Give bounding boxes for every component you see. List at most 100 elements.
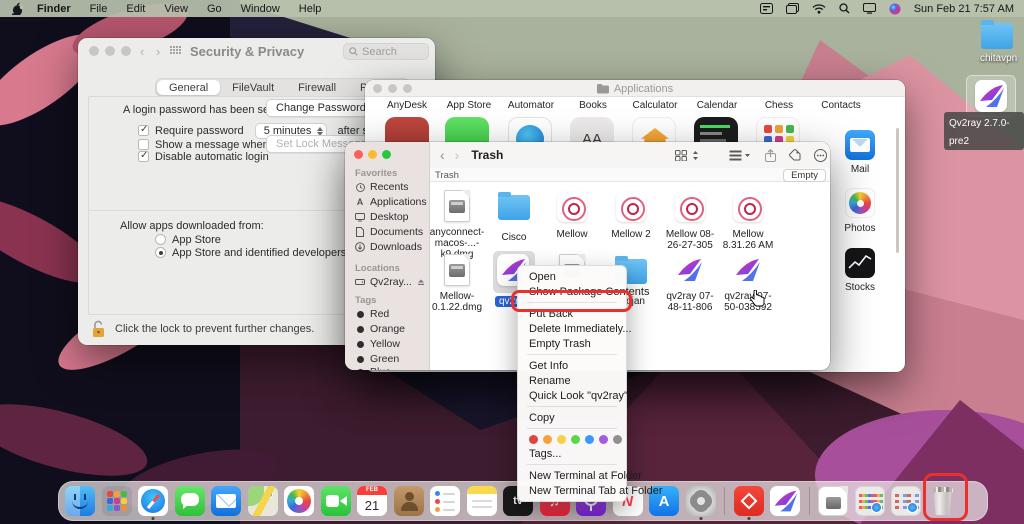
tag-yellow[interactable] xyxy=(557,435,566,444)
app-mellow-2[interactable]: Mellow 2 xyxy=(602,190,660,240)
back-button[interactable]: ‹ xyxy=(140,44,144,59)
applications-title-bar[interactable]: Applications xyxy=(365,80,905,97)
file-mellow-dmg[interactable]: Mellow-0.1.22.dmg xyxy=(428,254,486,313)
disable-auto-login-checkbox[interactable] xyxy=(138,151,149,162)
desktop-folder-chitavpn[interactable]: chitavpn xyxy=(980,18,1014,64)
show-message-checkbox[interactable] xyxy=(138,139,149,150)
dock-facetime-icon[interactable] xyxy=(321,486,351,516)
search-field[interactable]: Search xyxy=(343,43,429,60)
dock-calendar-icon[interactable]: FEB21 xyxy=(357,486,387,516)
tag-orange[interactable] xyxy=(543,435,552,444)
app-mellow-831[interactable]: Mellow 8.31.26 AM xyxy=(719,190,777,251)
app-mellow-08[interactable]: Mellow 08-26-27-305 xyxy=(661,190,719,251)
menu-view[interactable]: View xyxy=(164,3,188,15)
require-password-checkbox[interactable] xyxy=(138,125,149,136)
dock-minimized-window-icon[interactable] xyxy=(855,486,885,516)
show-all-icon[interactable] xyxy=(170,46,182,57)
file-anyconnect-dmg[interactable]: anyconnect-macos-...-k9.dmg xyxy=(428,190,486,260)
menu-window[interactable]: Window xyxy=(241,3,280,15)
menu-item-copy[interactable]: Copy xyxy=(518,410,626,425)
menu-item-delete-immediately[interactable]: Delete Immediately... xyxy=(518,321,626,336)
app-label-photos[interactable]: Photos xyxy=(825,223,895,234)
menu-bar-clock[interactable]: Sun Feb 21 7:57 AM xyxy=(914,3,1014,15)
dock-dmg-document-icon[interactable] xyxy=(818,486,848,516)
tag-red[interactable] xyxy=(529,435,538,444)
tag-gray[interactable] xyxy=(613,435,622,444)
unlocked-lock-icon[interactable] xyxy=(91,320,106,338)
zoom-button[interactable] xyxy=(121,46,131,56)
menu-item-new-terminal[interactable]: New Terminal at Folder xyxy=(518,468,626,483)
share-button[interactable] xyxy=(765,149,776,162)
dock-reminders-icon[interactable] xyxy=(430,486,460,516)
menu-item-open[interactable]: Open xyxy=(518,269,626,284)
menu-item-rename[interactable]: Rename xyxy=(518,373,626,388)
dock-notes-icon[interactable] xyxy=(467,486,497,516)
dock-anydesk-icon[interactable] xyxy=(734,486,764,516)
spotlight-icon[interactable] xyxy=(839,3,850,14)
app-store-radio[interactable] xyxy=(155,234,166,245)
sidebar-tag-red[interactable]: Red xyxy=(355,308,389,320)
mail-app-icon[interactable] xyxy=(845,130,875,160)
dock-minimized-window-icon[interactable] xyxy=(891,486,921,516)
scrollbar[interactable] xyxy=(896,128,899,253)
siri-icon[interactable] xyxy=(889,3,901,15)
group-by-button[interactable] xyxy=(729,150,751,161)
tag-blue[interactable] xyxy=(585,435,594,444)
sidebar-tag-green[interactable]: Green xyxy=(355,353,399,365)
tab-firewall[interactable]: Firewall xyxy=(286,80,348,95)
menu-go[interactable]: Go xyxy=(207,3,222,15)
dock-qv2ray-icon[interactable] xyxy=(770,486,800,516)
forward-button[interactable]: › xyxy=(156,44,160,59)
security-title-bar[interactable]: ‹ › Security & Privacy Search xyxy=(78,38,435,64)
app-label-stocks[interactable]: Stocks xyxy=(825,282,895,293)
app-label[interactable]: Chess xyxy=(748,100,810,111)
tag-button[interactable] xyxy=(789,149,801,161)
sidebar-tag-yellow[interactable]: Yellow xyxy=(355,338,400,350)
dock-photos-icon[interactable] xyxy=(284,486,314,516)
dock-system-preferences-icon[interactable] xyxy=(686,486,716,516)
more-actions-button[interactable] xyxy=(814,149,830,162)
app-mellow[interactable]: Mellow xyxy=(543,190,601,240)
minimize-button[interactable] xyxy=(105,46,115,56)
forward-button[interactable]: › xyxy=(455,147,460,163)
tab-general[interactable]: General xyxy=(157,80,220,95)
app-label[interactable]: App Store xyxy=(438,100,500,111)
identified-developers-radio[interactable] xyxy=(155,247,166,258)
eject-icon[interactable] xyxy=(417,278,425,286)
app-label[interactable]: AnyDesk xyxy=(376,100,438,111)
dock-messages-icon[interactable] xyxy=(175,486,205,516)
close-button[interactable] xyxy=(354,150,363,159)
sidebar-item-applications[interactable]: AApplications xyxy=(355,196,427,208)
menu-item-empty-trash[interactable]: Empty Trash xyxy=(518,336,626,351)
sidebar-item-recents[interactable]: Recents xyxy=(355,181,409,193)
photos-app-icon[interactable] xyxy=(845,188,875,218)
sidebar-item-downloads[interactable]: Downloads xyxy=(355,241,422,253)
dock-launchpad-icon[interactable] xyxy=(102,486,132,516)
tag-purple[interactable] xyxy=(599,435,608,444)
sidebar-tag-blue[interactable]: Blue xyxy=(355,366,391,370)
dock-mail-icon[interactable] xyxy=(211,486,241,516)
menu-edit[interactable]: Edit xyxy=(126,3,145,15)
menu-help[interactable]: Help xyxy=(299,3,322,15)
app-qv2ray-0748[interactable]: qv2ray 07-48-11-806 xyxy=(661,254,719,313)
zoom-button[interactable] xyxy=(382,150,391,159)
stocks-app-icon[interactable] xyxy=(845,248,875,278)
app-label-mail[interactable]: Mail xyxy=(825,164,895,175)
icon-view-button[interactable] xyxy=(675,150,688,161)
close-button[interactable] xyxy=(89,46,99,56)
apple-menu-icon[interactable] xyxy=(12,2,23,15)
tag-green[interactable] xyxy=(571,435,580,444)
menu-file[interactable]: File xyxy=(90,3,108,15)
menu-finder[interactable]: Finder xyxy=(37,3,71,15)
dock-maps-icon[interactable] xyxy=(248,486,278,516)
mission-control-icon[interactable] xyxy=(786,3,799,14)
empty-trash-button[interactable]: Empty xyxy=(783,169,826,182)
back-button[interactable]: ‹ xyxy=(440,147,445,163)
view-stepper-icon[interactable] xyxy=(692,150,699,161)
app-label[interactable]: Automator xyxy=(500,100,562,111)
input-source-icon[interactable] xyxy=(760,3,773,14)
sidebar-item-qv2ray-volume[interactable]: Qv2ray... xyxy=(355,276,425,288)
app-qv2ray-0750[interactable]: qv2ray 07-50-038592 xyxy=(719,254,777,313)
minimize-button[interactable] xyxy=(368,150,377,159)
sidebar-tag-orange[interactable]: Orange xyxy=(355,323,405,335)
